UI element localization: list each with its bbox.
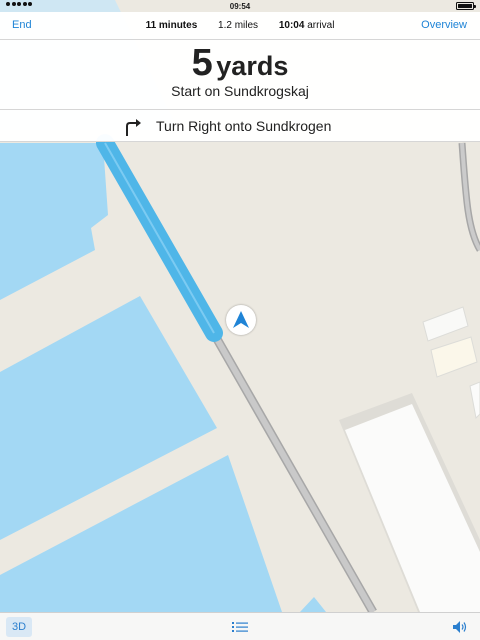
list-icon[interactable] <box>232 620 248 634</box>
guidance-panel[interactable]: 5 yards Start on Sundkrogskaj <box>0 40 480 110</box>
speaker-icon[interactable] <box>452 620 468 634</box>
trip-distance: 1.2 miles <box>218 20 259 31</box>
current-instruction: Start on Sundkrogskaj <box>171 83 309 99</box>
3d-view-button[interactable]: 3D <box>6 617 32 637</box>
status-time: 09:54 <box>229 2 251 11</box>
trip-bar: End 11 minutes 1.2 miles 10:04 arrival O… <box>0 12 480 40</box>
distance-unit: yards <box>216 51 289 81</box>
arrival-label: arrival <box>307 20 335 31</box>
bottom-toolbar: 3D <box>0 612 480 640</box>
trip-summary: 11 minutes 1.2 miles 10:04 arrival <box>0 20 480 31</box>
status-bar: 09:54 <box>0 0 480 12</box>
trip-duration: 11 minutes <box>145 20 198 31</box>
turn-right-icon <box>126 119 141 136</box>
user-location-marker <box>226 305 256 335</box>
navigation-arrow-icon <box>233 311 249 328</box>
maneuver-distance: 5 yards <box>0 42 480 85</box>
overview-button[interactable]: Overview <box>421 19 467 31</box>
battery-icon <box>456 2 476 10</box>
distance-value: 5 <box>191 42 214 84</box>
next-step-label: Turn Right onto Sundkrogen <box>156 118 332 134</box>
next-step-banner[interactable]: Turn Right onto Sundkrogen <box>0 110 480 142</box>
arrival-time: 10:04 <box>278 20 305 31</box>
